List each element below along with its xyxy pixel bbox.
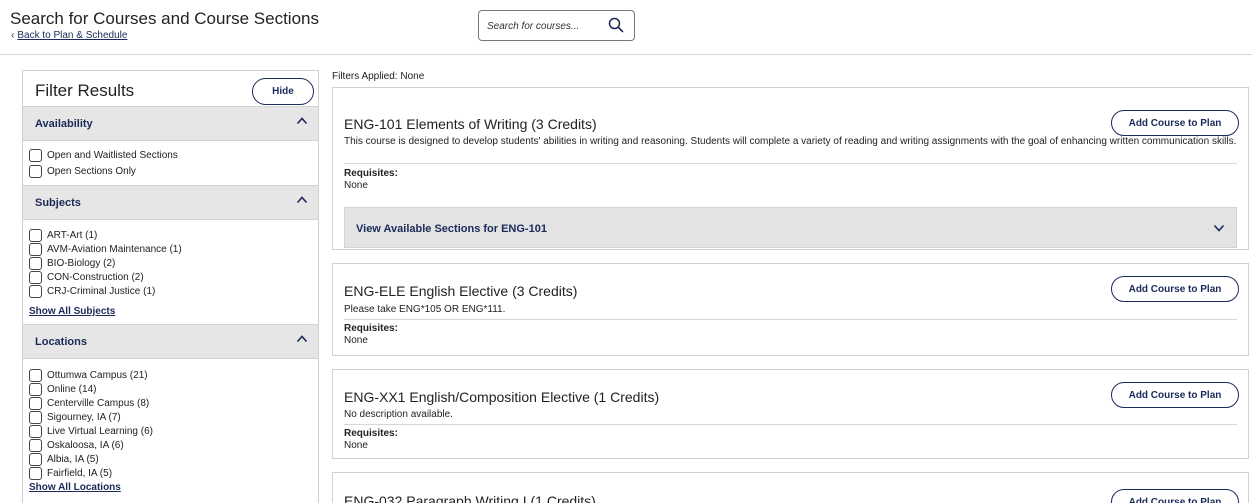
search-icon[interactable] <box>608 17 624 33</box>
divider <box>344 163 1237 164</box>
course-title: ENG-032 Paragraph Writing I (1 Credits) <box>344 493 596 503</box>
location-option[interactable]: Fairfield, IA (5) <box>29 466 112 480</box>
filter-results-title: Filter Results <box>35 81 135 100</box>
location-option[interactable]: Centerville Campus (8) <box>29 396 149 410</box>
location-option[interactable]: Live Virtual Learning (6) <box>29 424 153 438</box>
subject-option[interactable]: ART-Art (1) <box>29 228 97 242</box>
availability-facet-header[interactable]: Availability <box>23 106 318 141</box>
hide-filters-button[interactable]: Hide <box>252 78 314 105</box>
checkbox[interactable] <box>29 396 42 410</box>
course-title: ENG-ELE English Elective (3 Credits) <box>344 283 578 299</box>
filter-panel: Filter Results Hide Availability Open an… <box>22 70 319 503</box>
subject-option[interactable]: CRJ-Criminal Justice (1) <box>29 284 155 298</box>
add-course-to-plan-button[interactable]: Add Course to Plan <box>1111 110 1239 136</box>
requisites-value: None <box>344 335 368 346</box>
requisites-value: None <box>344 180 368 191</box>
checkbox[interactable] <box>29 382 42 396</box>
course-card: ENG-101 Elements of Writing (3 Credits) … <box>332 87 1249 250</box>
checkbox[interactable] <box>29 256 42 270</box>
checkbox[interactable] <box>29 438 42 452</box>
requisites-label: Requisites: <box>344 168 398 179</box>
course-description: This course is designed to develop stude… <box>344 136 1237 147</box>
show-all-locations-link[interactable]: Show All Locations <box>29 482 121 493</box>
subject-option[interactable]: AVM-Aviation Maintenance (1) <box>29 242 182 256</box>
subject-option[interactable]: CON-Construction (2) <box>29 270 144 284</box>
requisites-label: Requisites: <box>344 428 398 439</box>
view-sections-label: View Available Sections for ENG-101 <box>356 223 547 235</box>
checkbox[interactable] <box>29 466 42 480</box>
checkbox[interactable] <box>29 284 42 298</box>
add-course-to-plan-button[interactable]: Add Course to Plan <box>1111 276 1239 302</box>
checkbox[interactable] <box>29 148 42 162</box>
requisites-label: Requisites: <box>344 323 398 334</box>
course-search-input[interactable] <box>487 18 605 34</box>
subjects-facet-header[interactable]: Subjects <box>23 185 318 220</box>
availability-label: Availability <box>35 118 93 130</box>
checkbox[interactable] <box>29 270 42 284</box>
back-to-plan-link[interactable]: ‹ Back to Plan & Schedule <box>11 30 127 41</box>
location-option[interactable]: Ottumwa Campus (21) <box>29 368 148 382</box>
subjects-label: Subjects <box>35 197 81 209</box>
course-card: ENG-XX1 English/Composition Elective (1 … <box>332 369 1249 459</box>
top-bar: Search for Courses and Course Sections ‹… <box>0 0 1252 55</box>
location-option[interactable]: Albia, IA (5) <box>29 452 99 466</box>
chevron-down-icon <box>1213 224 1225 232</box>
location-option[interactable]: Online (14) <box>29 382 96 396</box>
divider <box>344 424 1237 425</box>
add-course-to-plan-button[interactable]: Add Course to Plan <box>1111 489 1239 503</box>
page-title: Search for Courses and Course Sections <box>10 9 319 28</box>
checkbox[interactable] <box>29 164 42 178</box>
checkbox[interactable] <box>29 242 42 256</box>
chevron-up-icon <box>296 335 308 343</box>
course-card: ENG-ELE English Elective (3 Credits) Add… <box>332 263 1249 356</box>
checkbox[interactable] <box>29 410 42 424</box>
availability-option[interactable]: Open Sections Only <box>29 164 136 178</box>
course-title: ENG-101 Elements of Writing (3 Credits) <box>344 116 597 132</box>
view-sections-toggle[interactable]: View Available Sections for ENG-101 <box>344 207 1237 248</box>
chevron-up-icon <box>296 117 308 125</box>
course-card: ENG-032 Paragraph Writing I (1 Credits) … <box>332 472 1249 503</box>
location-option[interactable]: Sigourney, IA (7) <box>29 410 121 424</box>
filters-applied-status: Filters Applied: None <box>332 71 425 82</box>
chevron-up-icon <box>296 196 308 204</box>
availability-option[interactable]: Open and Waitlisted Sections <box>29 148 178 162</box>
divider <box>344 319 1237 320</box>
locations-facet-header[interactable]: Locations <box>23 324 318 359</box>
course-description: No description available. <box>344 409 453 420</box>
checkbox[interactable] <box>29 424 42 438</box>
add-course-to-plan-button[interactable]: Add Course to Plan <box>1111 382 1239 408</box>
checkbox[interactable] <box>29 228 42 242</box>
course-search-box <box>478 10 635 41</box>
requisites-value: None <box>344 440 368 451</box>
course-description: Please take ENG*105 OR ENG*111. <box>344 304 506 315</box>
subject-option[interactable]: BIO-Biology (2) <box>29 256 115 270</box>
back-link-label: Back to Plan & Schedule <box>17 30 128 41</box>
checkbox[interactable] <box>29 452 42 466</box>
location-option[interactable]: Oskaloosa, IA (6) <box>29 438 124 452</box>
course-title: ENG-XX1 English/Composition Elective (1 … <box>344 389 660 405</box>
show-all-subjects-link[interactable]: Show All Subjects <box>29 306 115 317</box>
checkbox[interactable] <box>29 368 42 382</box>
chevron-left-icon: ‹ <box>11 30 15 41</box>
locations-label: Locations <box>35 336 87 348</box>
